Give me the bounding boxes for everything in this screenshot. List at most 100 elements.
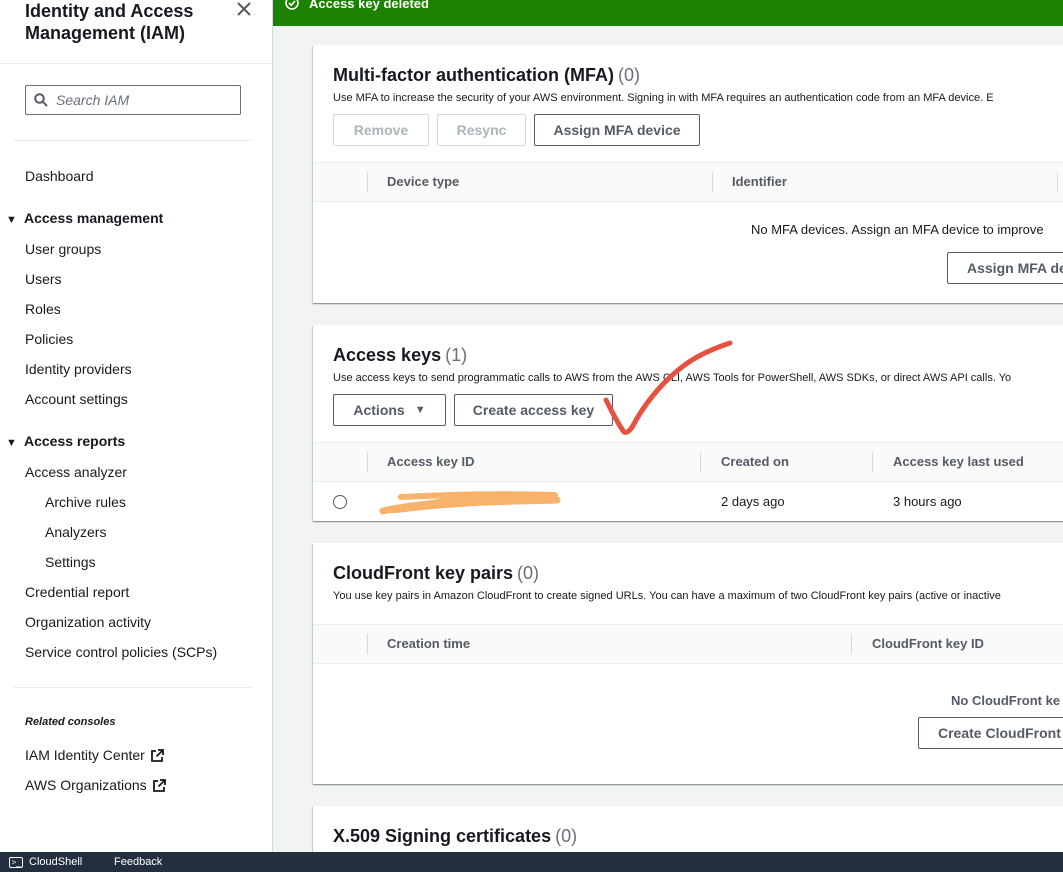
sidebar-title-line-1: Identity and Access [25, 1, 194, 21]
column-separator [367, 452, 368, 472]
cell-last-used: 3 hours ago [893, 494, 962, 509]
column-device-type[interactable]: Device type [387, 163, 459, 201]
column-access-key-last-used[interactable]: Access key last used [893, 443, 1024, 481]
sidebar-divider [13, 140, 253, 141]
access-keys-count: (1) [445, 345, 468, 365]
external-link-icon [150, 749, 164, 763]
nav-organization-activity[interactable]: Organization activity [25, 613, 151, 631]
column-cloudfront-key-id[interactable]: CloudFront key ID [872, 625, 984, 663]
access-keys-panel: Access keys (1) Use access keys to send p… [313, 325, 1063, 521]
cloudshell-label: CloudShell [29, 856, 83, 868]
nav-access-analyzer[interactable]: Access analyzer [25, 463, 127, 481]
column-creation-time[interactable]: Creation time [387, 625, 470, 663]
nav-analyzer-settings[interactable]: Settings [45, 553, 96, 571]
caret-down-icon: ▼ [6, 437, 17, 449]
column-created-on[interactable]: Created on [721, 443, 789, 481]
cloudshell-button[interactable]: >_ CloudShell [9, 852, 82, 872]
column-separator [872, 452, 873, 472]
flash-message: Access key deleted [309, 0, 429, 11]
related-consoles-label: Related consoles [25, 716, 116, 728]
feedback-link[interactable]: Feedback [114, 852, 162, 872]
assign-mfa-device-empty-button[interactable]: Assign MFA de [947, 252, 1063, 284]
search-box[interactable] [25, 85, 241, 115]
nav-roles[interactable]: Roles [25, 300, 61, 318]
mfa-empty-message: No MFA devices. Assign an MFA device to … [751, 222, 1044, 237]
nav-link-label: IAM Identity Center [25, 747, 145, 763]
success-check-icon [285, 0, 299, 10]
sidebar: Identity and Access Management (IAM) Das… [0, 0, 273, 852]
mfa-count: (0) [617, 65, 640, 85]
cell-created-on: 2 days ago [721, 494, 785, 509]
nav-section-access-reports[interactable]: ▼ Access reports [6, 432, 125, 452]
cloudfront-title: CloudFront key pairs (0) [333, 563, 539, 584]
x509-panel: X.509 Signing certificates (0) [313, 806, 1063, 852]
create-access-key-button[interactable]: Create access key [454, 394, 613, 426]
nav-aws-organizations[interactable]: AWS Organizations [25, 776, 166, 794]
cloudfront-count: (0) [517, 563, 540, 583]
mfa-title: Multi-factor authentication (MFA) (0) [333, 65, 640, 86]
mfa-title-text: Multi-factor authentication (MFA) [333, 65, 614, 85]
flash-success-banner: Access key deleted [273, 0, 1063, 26]
sidebar-title-line-2: Management (IAM) [25, 23, 186, 43]
mfa-panel: Multi-factor authentication (MFA) (0) Use… [313, 45, 1063, 303]
caret-down-icon: ▼ [6, 214, 17, 226]
access-keys-title: Access keys (1) [333, 345, 467, 366]
assign-mfa-device-button[interactable]: Assign MFA device [534, 114, 700, 146]
cloudfront-table-header: Creation time CloudFront key ID [313, 624, 1063, 664]
nav-user-groups[interactable]: User groups [25, 240, 101, 258]
cloudfront-panel: CloudFront key pairs (0) You use key pair… [313, 543, 1063, 784]
nav-analyzers[interactable]: Analyzers [45, 523, 106, 541]
nav-iam-identity-center[interactable]: IAM Identity Center [25, 746, 164, 764]
external-link-icon [152, 779, 166, 793]
x509-title: X.509 Signing certificates (0) [333, 826, 577, 847]
caret-down-icon: ▼ [414, 404, 426, 416]
column-separator [700, 452, 701, 472]
nav-credential-report[interactable]: Credential report [25, 583, 129, 601]
sidebar-title: Identity and Access Management (IAM) [25, 0, 225, 44]
table-row[interactable]: 2 days ago 3 hours ago [313, 482, 1063, 521]
mfa-remove-button[interactable]: Remove [333, 114, 429, 146]
column-identifier[interactable]: Identifier [732, 163, 787, 201]
nav-dashboard[interactable]: Dashboard [25, 167, 94, 185]
sidebar-divider [13, 687, 253, 688]
nav-archive-rules[interactable]: Archive rules [45, 493, 126, 511]
create-cloudfront-key-pair-button[interactable]: Create CloudFront [918, 717, 1063, 749]
column-separator [1057, 172, 1058, 192]
cloudfront-empty-message: No CloudFront ke [951, 693, 1061, 708]
main-content: Access key deleted Multi-factor authenti… [273, 0, 1063, 852]
column-separator [851, 634, 852, 654]
redacted-access-key-id [379, 491, 561, 515]
column-separator [367, 172, 368, 192]
cloudfront-title-text: CloudFront key pairs [333, 563, 514, 583]
nav-policies[interactable]: Policies [25, 330, 73, 348]
terminal-icon: >_ [9, 856, 23, 868]
row-select-radio[interactable] [333, 495, 347, 509]
x509-title-text: X.509 Signing certificates [333, 826, 552, 846]
actions-dropdown-button[interactable]: Actions ▼ [333, 394, 446, 426]
access-keys-description: Use access keys to send programmatic cal… [333, 372, 1012, 384]
nav-service-control-policies[interactable]: Service control policies (SCPs) [25, 643, 217, 661]
nav-section-access-management[interactable]: ▼ Access management [6, 209, 163, 229]
bottom-bar: >_ CloudShell Feedback [0, 852, 1063, 872]
nav-link-label: AWS Organizations [25, 777, 147, 793]
access-keys-title-text: Access keys [333, 345, 442, 365]
nav-identity-providers[interactable]: Identity providers [25, 360, 132, 378]
nav-users[interactable]: Users [25, 270, 62, 288]
actions-label: Actions [353, 402, 405, 418]
access-keys-table-header: Access key ID Created on Access key last… [313, 442, 1063, 482]
search-icon [34, 93, 48, 107]
sidebar-divider [0, 63, 272, 64]
mfa-resync-button[interactable]: Resync [437, 114, 526, 146]
column-separator [712, 172, 713, 192]
mfa-table-header: Device type Identifier [313, 162, 1063, 202]
column-access-key-id[interactable]: Access key ID [387, 443, 474, 481]
cloudfront-description: You use key pairs in Amazon CloudFront t… [333, 590, 1001, 602]
x509-count: (0) [555, 826, 578, 846]
search-input[interactable] [56, 92, 226, 108]
nav-account-settings[interactable]: Account settings [25, 390, 128, 408]
column-separator [367, 634, 368, 654]
nav-section-label: Access management [24, 210, 164, 226]
close-icon[interactable] [234, 0, 254, 20]
mfa-description: Use MFA to increase the security of your… [333, 92, 994, 104]
nav-section-label: Access reports [24, 433, 126, 449]
